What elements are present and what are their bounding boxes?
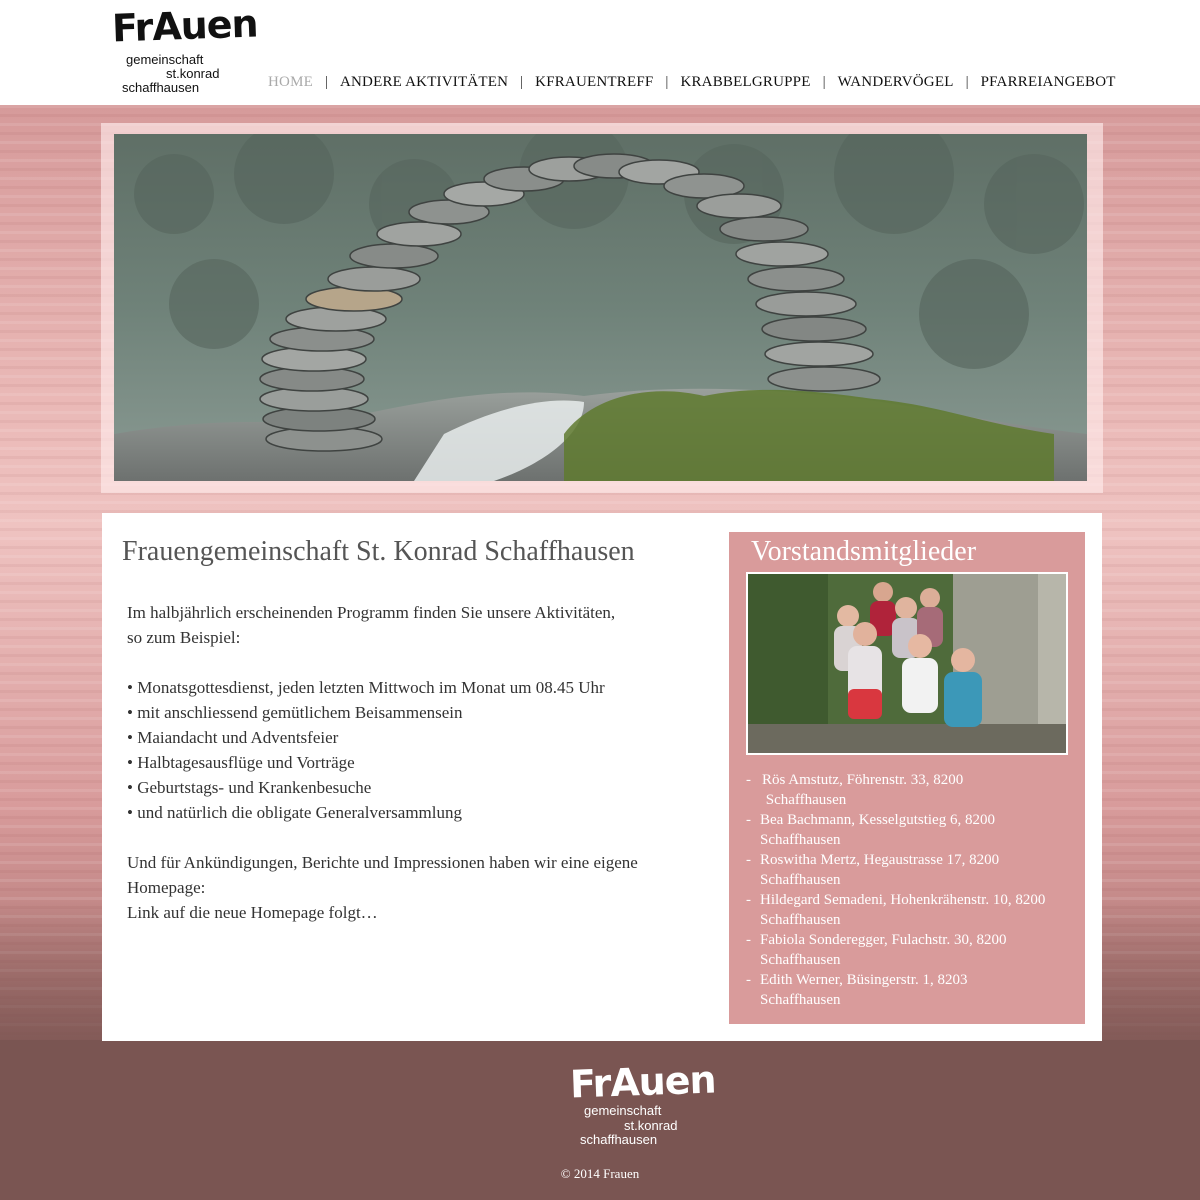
logo-wordmark: FrAuen — [111, 1, 259, 51]
member-city: Schaffhausen — [760, 912, 841, 928]
copyright-text: © 2014 Frauen — [560, 1166, 640, 1181]
member-item: - Roswitha Mertz, Hegaustrasse 17, 8200 … — [746, 850, 1076, 890]
member-name-address: Rös Amstutz, Föhrenstr. 33, 8200 — [762, 772, 964, 788]
list-dash: - — [746, 972, 751, 988]
logo-line-1: gemeinschaft — [126, 52, 204, 67]
member-item: - Edith Werner, Büsingerstr. 1, 8203 Sch… — [746, 970, 1076, 1010]
nav-separator: | — [822, 74, 826, 90]
list-dash: - — [746, 932, 751, 948]
nav-krabbelgruppe[interactable]: KRABBELGRUPPE — [680, 74, 810, 91]
nav-pfarreiangebot[interactable]: PFARREIANGEBOT — [981, 74, 1116, 91]
page-title: Frauengemeinschaft St. Konrad Schaffhaus… — [122, 536, 635, 567]
member-name-address: Roswitha Mertz, Hegaustrasse 17, 8200 — [760, 852, 1000, 868]
nav-home[interactable]: HOME — [268, 74, 313, 91]
activity-item: • Geburtstags- und Krankenbesuche — [127, 778, 372, 797]
nav-separator: | — [520, 74, 524, 90]
main-nav: HOME | ANDERE AKTIVITÄTEN | KFRAUENTREFF… — [268, 74, 1116, 91]
site-header: FrAuen gemeinschaft st.konrad schaffhaus… — [0, 0, 1200, 105]
intro-text: Im halbjährlich erscheinenden Programm f… — [127, 600, 687, 925]
member-city: Schaffhausen — [760, 832, 841, 848]
nav-wandervoegel[interactable]: WANDERVÖGEL — [838, 74, 954, 91]
activity-item: • und natürlich die obligate Generalvers… — [127, 803, 462, 822]
nav-separator: | — [324, 74, 328, 90]
logo-line-3: schaffhausen — [122, 80, 200, 95]
outro-line-2: Homepage: — [127, 878, 206, 897]
logo-line-2: st.konrad — [166, 66, 220, 81]
member-name-address: Fabiola Sonderegger, Fulachstr. 30, 8200 — [760, 932, 1007, 948]
member-item: - Bea Bachmann, Kesselgutstieg 6, 8200 S… — [746, 810, 1076, 850]
member-item: - Rös Amstutz, Föhrenstr. 33, 8200 Schaf… — [746, 770, 1076, 810]
member-city: Schaffhausen — [760, 992, 841, 1008]
member-name-address: Edith Werner, Büsingerstr. 1, 8203 — [760, 972, 968, 988]
board-members-list: - Rös Amstutz, Föhrenstr. 33, 8200 Schaf… — [746, 770, 1076, 1010]
member-city: Schaffhausen — [760, 872, 841, 888]
footer-logo-wordmark: FrAuen — [569, 1057, 717, 1107]
outro-line-1: Und für Ankündigungen, Berichte und Impr… — [127, 853, 638, 872]
activity-item: • Halbtagesausflüge und Vorträge — [127, 753, 355, 772]
activity-item: • Monatsgottesdienst, jeden letzten Mitt… — [127, 678, 605, 697]
footer-logo-line-1: gemeinschaft — [584, 1103, 662, 1118]
intro-line-1: Im halbjährlich erscheinenden Programm f… — [127, 603, 616, 622]
list-dash: - — [746, 892, 751, 908]
list-dash: - — [746, 772, 751, 788]
member-item: - Fabiola Sonderegger, Fulachstr. 30, 82… — [746, 930, 1076, 970]
nav-andere-aktivitaeten[interactable]: ANDERE AKTIVITÄTEN — [340, 74, 508, 91]
footer-logo[interactable]: FrAuen gemeinschaft st.konrad schaffhaus… — [566, 1057, 716, 1152]
member-name-address: Hildegard Semadeni, Hohenkrähenstr. 10, … — [760, 892, 1046, 908]
site-logo[interactable]: FrAuen gemeinschaft st.konrad schaffhaus… — [108, 1, 258, 96]
group-photo — [748, 574, 1066, 753]
hero-image-stone-arch — [114, 134, 1087, 481]
list-dash: - — [746, 812, 751, 828]
nav-kfrauentreff[interactable]: KFRAUENTREFF — [535, 74, 653, 91]
member-item: - Hildegard Semadeni, Hohenkrähenstr. 10… — [746, 890, 1076, 930]
activity-item: • Maiandacht und Adventsfeier — [127, 728, 339, 747]
footer-logo-line-3: schaffhausen — [580, 1132, 658, 1147]
footer-logo-line-2: st.konrad — [624, 1118, 678, 1133]
board-members-title: Vorstandsmitglieder — [751, 536, 977, 567]
activity-item: • mit anschliessend gemütlichem Beisamme… — [127, 703, 463, 722]
member-city: Schaffhausen — [762, 792, 847, 808]
intro-line-2: so zum Beispiel: — [127, 628, 241, 647]
member-city: Schaffhausen — [760, 952, 841, 968]
nav-separator: | — [965, 74, 969, 90]
member-name-address: Bea Bachmann, Kesselgutstieg 6, 8200 — [760, 812, 995, 828]
nav-separator: | — [665, 74, 669, 90]
homepage-link-note: Link auf die neue Homepage folgt… — [127, 903, 378, 922]
list-dash: - — [746, 852, 751, 868]
